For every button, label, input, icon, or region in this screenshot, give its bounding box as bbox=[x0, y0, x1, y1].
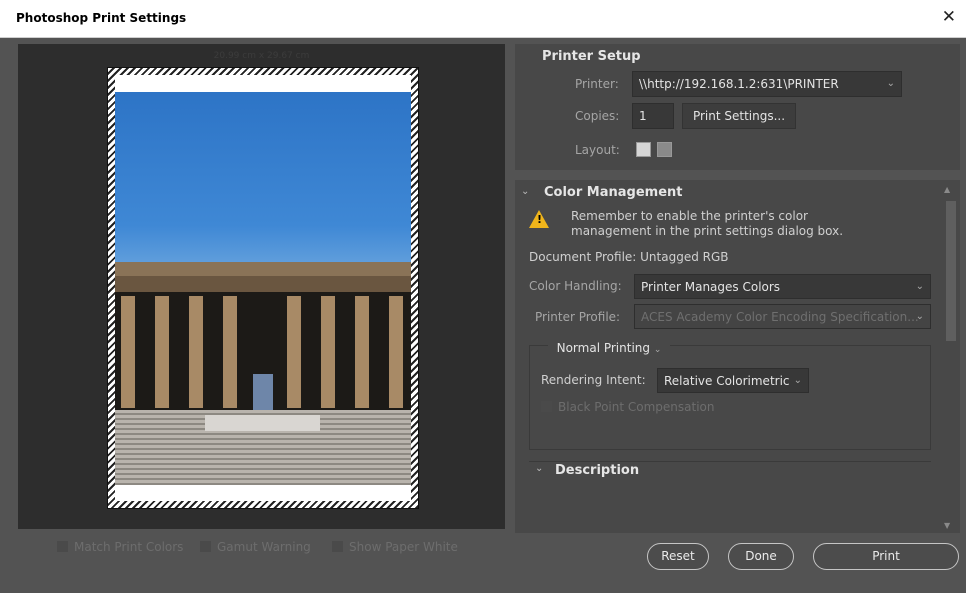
checkbox-box[interactable] bbox=[332, 541, 343, 552]
reset-button[interactable]: Reset bbox=[647, 543, 709, 570]
checkbox-label: Show Paper White bbox=[349, 540, 458, 554]
chevron-down-icon[interactable]: ⌄ bbox=[521, 186, 529, 197]
printer-profile-select[interactable]: ACES Academy Color Encoding Specificatio… bbox=[634, 304, 931, 329]
image-column bbox=[189, 296, 203, 408]
print-button[interactable]: Print bbox=[813, 543, 959, 570]
copies-input[interactable]: 1 bbox=[632, 103, 674, 129]
normal-printing-label: Normal Printing bbox=[556, 341, 651, 355]
image-column bbox=[121, 296, 135, 408]
normal-printing-dropdown[interactable]: Normal Printing ⌄ bbox=[548, 337, 670, 361]
rendering-intent-select[interactable]: Relative Colorimetric ⌄ bbox=[657, 368, 809, 393]
chevron-down-icon: ⌄ bbox=[915, 311, 924, 322]
image-plaque bbox=[205, 415, 320, 431]
layout-label: Layout: bbox=[575, 143, 620, 157]
checkbox-label: Gamut Warning bbox=[217, 540, 311, 554]
title-bar: Photoshop Print Settings ✕ bbox=[0, 0, 966, 38]
panel-scrollbar[interactable]: ▲ ▼ bbox=[943, 185, 957, 530]
image-column bbox=[389, 296, 403, 408]
document-profile: Document Profile: Untagged RGB bbox=[529, 250, 729, 264]
chevron-down-icon: ⌄ bbox=[886, 78, 895, 89]
landscape-layout-icon[interactable] bbox=[657, 142, 672, 157]
rendering-intent-label: Rendering Intent: bbox=[541, 373, 646, 387]
checkbox-box[interactable] bbox=[541, 401, 552, 412]
color-handling-select[interactable]: Printer Manages Colors ⌄ bbox=[634, 274, 931, 299]
scroll-down-icon[interactable]: ▼ bbox=[944, 521, 950, 530]
image-column bbox=[155, 296, 169, 408]
image-column bbox=[223, 296, 237, 408]
done-button[interactable]: Done bbox=[728, 543, 794, 570]
paper-sheet bbox=[107, 67, 419, 509]
description-title: Description bbox=[555, 463, 640, 478]
printer-value: \\http://192.168.1.2:631\PRINTER bbox=[639, 77, 839, 91]
black-point-compensation-checkbox[interactable]: Black Point Compensation bbox=[541, 400, 715, 414]
portrait-layout-icon[interactable] bbox=[636, 142, 651, 157]
preview-image bbox=[115, 92, 411, 485]
printer-setup-panel: Printer Setup Printer: \\http://192.168.… bbox=[515, 44, 960, 170]
chevron-down-icon[interactable]: ⌄ bbox=[535, 463, 543, 474]
image-column bbox=[321, 296, 335, 408]
color-management-title: Color Management bbox=[544, 185, 683, 200]
match-print-colors-checkbox[interactable]: Match Print Colors bbox=[57, 540, 183, 554]
image-column bbox=[287, 296, 301, 408]
close-icon[interactable]: ✕ bbox=[942, 7, 956, 27]
print-settings-button[interactable]: Print Settings... bbox=[682, 103, 796, 129]
chevron-down-icon: ⌄ bbox=[915, 281, 924, 292]
printer-select[interactable]: \\http://192.168.1.2:631\PRINTER ⌄ bbox=[632, 71, 902, 97]
printer-label: Printer: bbox=[575, 77, 619, 91]
checkbox-box[interactable] bbox=[200, 541, 211, 552]
show-paper-white-checkbox[interactable]: Show Paper White bbox=[332, 540, 458, 554]
color-handling-label: Color Handling: bbox=[529, 279, 622, 293]
image-roof bbox=[115, 262, 411, 276]
checkbox-label: Black Point Compensation bbox=[558, 400, 715, 414]
checkbox-box[interactable] bbox=[57, 541, 68, 552]
copies-label: Copies: bbox=[575, 109, 620, 123]
image-column bbox=[355, 296, 369, 408]
color-management-panel: ⌄ Color Management ! Remember to enable … bbox=[515, 180, 960, 533]
warning-icon: ! bbox=[529, 210, 549, 228]
color-handling-value: Printer Manages Colors bbox=[641, 280, 781, 294]
checkbox-label: Match Print Colors bbox=[74, 540, 184, 554]
warning-text-line2: management in the print settings dialog … bbox=[571, 224, 844, 238]
paper-dimensions: 20.99 cm x 29.67 cm bbox=[213, 51, 310, 61]
printer-setup-title: Printer Setup bbox=[542, 49, 641, 64]
rendering-options-box: Normal Printing ⌄ Rendering Intent: Rela… bbox=[529, 337, 931, 450]
scroll-thumb[interactable] bbox=[946, 201, 956, 341]
printer-profile-value: ACES Academy Color Encoding Specificatio… bbox=[641, 310, 919, 324]
chevron-down-icon: ⌄ bbox=[653, 345, 662, 355]
printer-profile-label: Printer Profile: bbox=[535, 310, 621, 324]
rendering-intent-value: Relative Colorimetric bbox=[664, 374, 790, 388]
image-frieze bbox=[115, 276, 411, 292]
chevron-down-icon: ⌄ bbox=[793, 375, 802, 386]
window-title: Photoshop Print Settings bbox=[16, 11, 187, 25]
scroll-up-icon[interactable]: ▲ bbox=[944, 185, 950, 194]
image-door bbox=[253, 374, 273, 410]
gamut-warning-checkbox[interactable]: Gamut Warning bbox=[200, 540, 311, 554]
warning-text-line1: Remember to enable the printer's color bbox=[571, 209, 808, 223]
divider bbox=[529, 461, 931, 462]
print-preview: 20.99 cm x 29.67 cm bbox=[18, 44, 505, 529]
